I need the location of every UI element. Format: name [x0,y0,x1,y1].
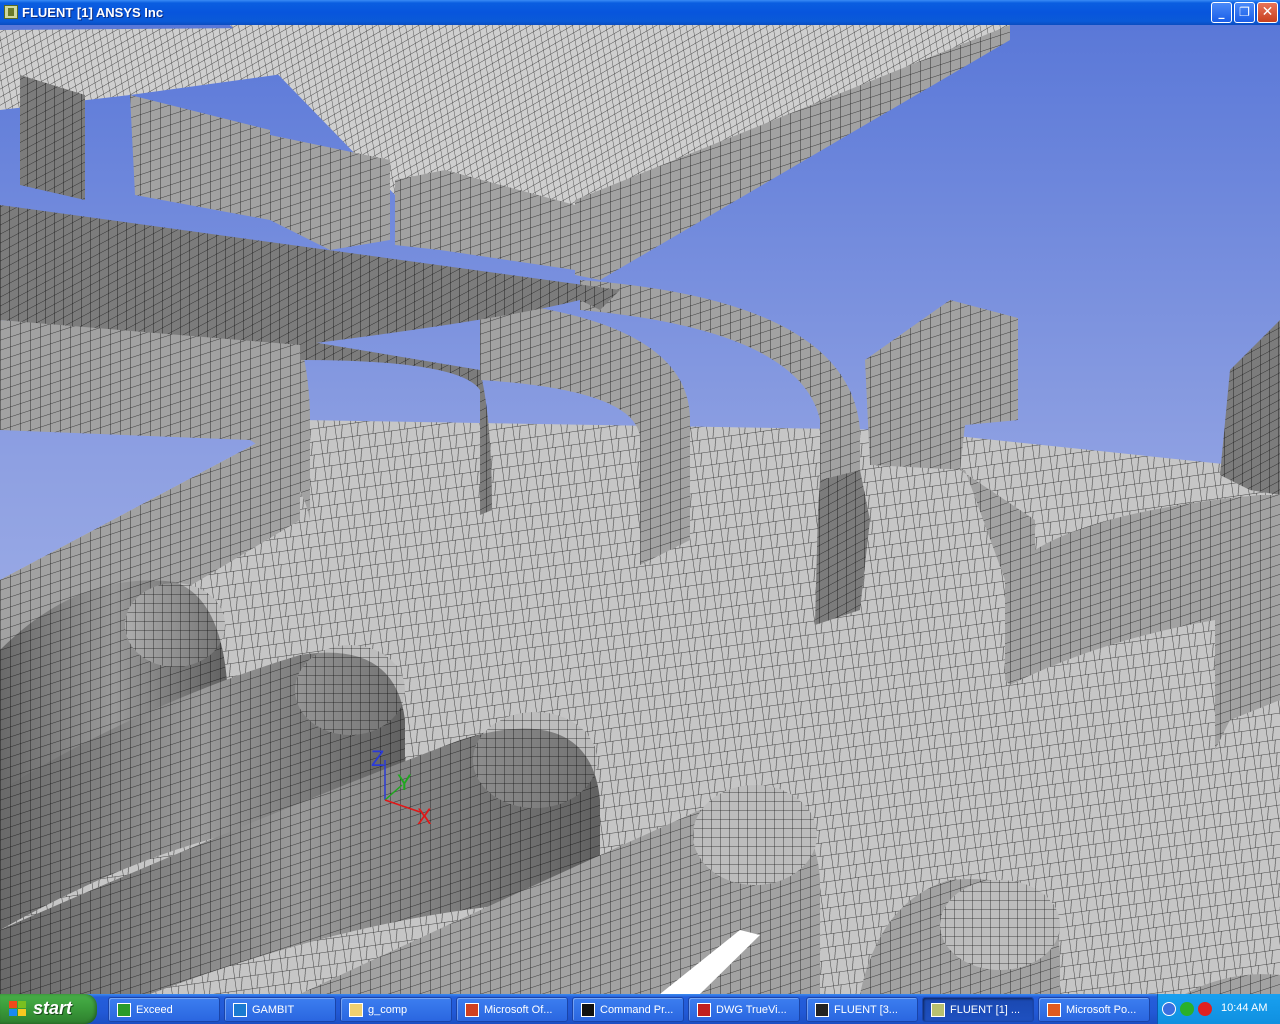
taskbar-item-microsoft-powerpoint[interactable]: Microsoft Po... [1038,997,1150,1022]
taskbar-item-microsoft-office[interactable]: Microsoft Of... [456,997,568,1022]
graphics-viewport[interactable]: Z Y X [0,25,1280,994]
taskbar-item-fluent-1[interactable]: FLUENT [1] ... [922,997,1034,1022]
taskbar[interactable]: start Exceed GAMBIT g_comp Microsoft Of.… [0,994,1280,1024]
taskbar-item-gambit[interactable]: GAMBIT [224,997,336,1022]
taskbar-item-label: g_comp [368,1004,408,1016]
axis-label-x: X [417,804,432,829]
taskbar-item-command-prompt[interactable]: Command Pr... [572,997,684,1022]
start-label: start [33,998,73,1018]
fluent-window[interactable]: FLUENT [1] ANSYS Inc _ ❐ ✕ Z Y X [0,0,1280,994]
title-bar[interactable]: FLUENT [1] ANSYS Inc _ ❐ ✕ [0,0,1280,25]
taskbar-item-label: Microsoft Of... [484,1004,553,1016]
tray-expand-icon[interactable] [1162,1002,1176,1016]
gambit-icon [233,1003,247,1017]
fluent-icon [931,1003,945,1017]
fluent-icon [815,1003,829,1017]
window-title: FLUENT [1] ANSYS Inc [22,5,164,20]
taskbar-item-label: Microsoft Po... [1066,1004,1137,1016]
powerpoint-icon [1047,1003,1061,1017]
taskbar-item-exceed[interactable]: Exceed [108,997,220,1022]
tray-network-icon[interactable] [1180,1002,1194,1016]
exceed-icon [117,1003,131,1017]
duct-front-left [130,95,270,220]
system-tray[interactable]: 10:44 AM [1157,994,1280,1024]
tray-antivirus-icon[interactable] [1198,1002,1212,1016]
taskbar-item-label: GAMBIT [252,1004,295,1016]
taskbar-item-label: FLUENT [3... [834,1004,898,1016]
fluent-app-icon[interactable] [4,5,18,19]
taskbar-item-fluent-3[interactable]: FLUENT [3... [806,997,918,1022]
windows-logo-icon [9,1001,27,1017]
clock[interactable]: 10:44 AM [1221,1002,1267,1014]
folder-icon [349,1003,363,1017]
office-icon [465,1003,479,1017]
axis-label-y: Y [397,770,412,795]
axis-label-z: Z [371,746,384,771]
close-button[interactable]: ✕ [1257,2,1278,23]
taskbar-item-g-comp[interactable]: g_comp [340,997,452,1022]
wall-top-right-box [1220,320,1280,495]
taskbar-item-label: Command Pr... [600,1004,674,1016]
taskbar-item-label: FLUENT [1] ... [950,1004,1021,1016]
command-prompt-icon [581,1003,595,1017]
duct-front-box [20,75,85,200]
taskbar-item-dwg-trueview[interactable]: DWG TrueVi... [688,997,800,1022]
dwg-icon [697,1003,711,1017]
minimize-button[interactable]: _ [1211,2,1232,23]
mesh-scene[interactable]: Z Y X [0,25,1280,994]
start-button[interactable]: start [0,994,97,1024]
taskbar-item-label: Exceed [136,1004,173,1016]
restore-button[interactable]: ❐ [1234,2,1255,23]
taskbar-item-label: DWG TrueVi... [716,1004,787,1016]
